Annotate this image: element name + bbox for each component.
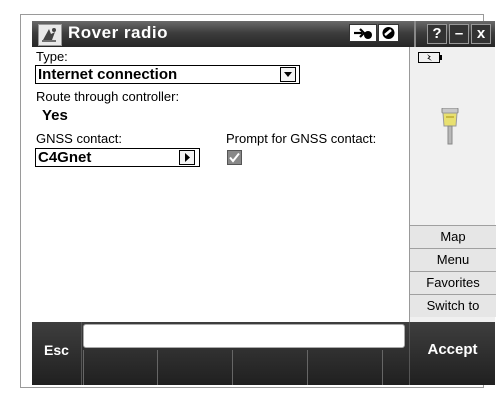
help-button[interactable]: ? — [427, 24, 447, 44]
minimize-icon: – — [454, 25, 464, 42]
route-label: Route through controller: — [36, 89, 180, 104]
route-value: Yes — [42, 107, 68, 124]
title-bar: Rover radio ? – x — [32, 21, 495, 47]
status-message-box — [83, 324, 405, 348]
menu-button[interactable]: Menu — [410, 248, 496, 271]
soft-key-5[interactable] — [382, 350, 409, 385]
soft-key-2[interactable] — [157, 350, 232, 385]
soft-key-4[interactable] — [307, 350, 382, 385]
status-button[interactable] — [378, 24, 399, 42]
gnss-antenna-icon — [441, 107, 459, 153]
radio-settings-form: Type: Internet connection Route through … — [32, 47, 409, 322]
type-label: Type: — [36, 49, 68, 64]
side-panel: Map Menu Favorites Switch to — [409, 47, 496, 322]
switch-to-button[interactable]: Switch to — [410, 294, 496, 317]
soft-key-1[interactable] — [83, 350, 157, 385]
gnss-contact-label: GNSS contact: — [36, 131, 122, 146]
title-bar-divider — [414, 21, 416, 47]
bottom-bar: Esc Accept — [32, 322, 495, 385]
close-icon: x — [476, 25, 486, 42]
accept-button[interactable]: Accept — [409, 322, 495, 385]
favorites-button[interactable]: Favorites — [410, 271, 496, 294]
battery-tip — [440, 55, 442, 60]
minimize-button[interactable]: – — [449, 24, 469, 44]
type-value: Internet connection — [38, 66, 178, 83]
connect-button[interactable] — [349, 24, 377, 42]
battery-icon — [418, 52, 440, 63]
map-button[interactable]: Map — [410, 225, 496, 248]
gnss-contact-value: C4Gnet — [38, 149, 92, 166]
gnss-contact-arrow-button[interactable] — [179, 150, 195, 165]
prompt-gnss-checkbox[interactable] — [227, 150, 242, 165]
app-icon[interactable] — [38, 24, 62, 46]
esc-button[interactable]: Esc — [32, 322, 82, 385]
soft-key-3[interactable] — [232, 350, 307, 385]
device-frame: Rover radio ? – x Type: Internet connect… — [20, 14, 496, 388]
type-dropdown[interactable]: Internet connection — [35, 65, 300, 84]
dropdown-arrow-button[interactable] — [280, 67, 296, 82]
close-button[interactable]: x — [471, 24, 491, 44]
window-title: Rover radio — [68, 23, 168, 42]
help-icon: ? — [432, 25, 442, 42]
prompt-gnss-label: Prompt for GNSS contact: — [226, 131, 377, 146]
gnss-contact-selector[interactable]: C4Gnet — [35, 148, 200, 167]
controller-screen: Rover radio ? – x Type: Internet connect… — [32, 21, 496, 385]
